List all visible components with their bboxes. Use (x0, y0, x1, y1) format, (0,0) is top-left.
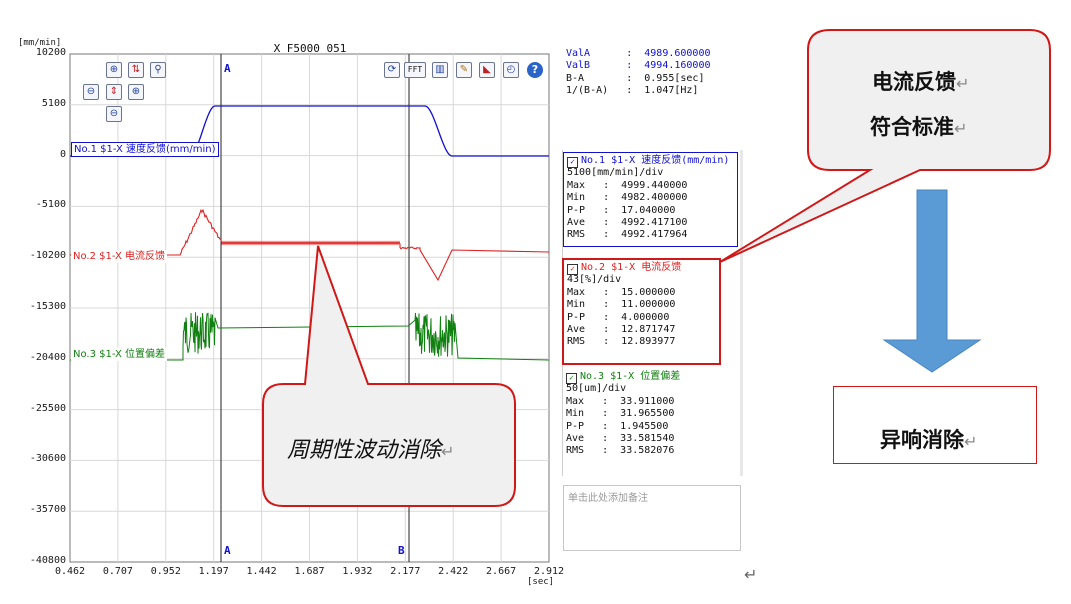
channel-2-max: Max : 15.000000 (567, 286, 676, 298)
channel-1-rms: RMS : 4992.417964 (567, 229, 688, 241)
channel-1-stats-title[interactable]: ✓ No.1 $1-X 速度反馈(mm/min) (567, 155, 734, 168)
channel-1-stats-title-text: No.1 $1-X 速度反馈(mm/min) (581, 155, 730, 166)
delta-time-readout: B-A : 0.955[sec] (566, 72, 705, 84)
frequency-readout: 1/(B-A) : 1.047[Hz] (566, 85, 699, 97)
zoom-out-x-icon[interactable]: ⊖ (83, 84, 99, 100)
channel-3-max: Max : 33.911000 (566, 395, 675, 407)
channel-3-stats: ✓ No.3 $1-X 位置偏差 50[um]/div Max : 33.9110… (563, 369, 738, 465)
cursor-b-bottom-label: B (398, 544, 405, 557)
channel-2-checkbox[interactable]: ✓ (567, 264, 578, 275)
channel-2-stats-title-text: No.2 $1-X 电流反馈 (581, 262, 682, 273)
channel-1-ave: Ave : 4992.417100 (567, 217, 688, 229)
channel-3-stats-title[interactable]: ✓ No.3 $1-X 位置偏差 (566, 371, 735, 384)
channel-1-checkbox[interactable]: ✓ (567, 157, 578, 168)
fft-icon[interactable]: FFT (404, 62, 426, 78)
periodic-callout-text: 周期性波动消除↵ (287, 438, 455, 463)
channel-2-rms: RMS : 12.893977 (567, 336, 676, 348)
cursor-lines-icon[interactable]: ⇅ (128, 62, 144, 78)
screen: [mm/min] 10200 5100 0 -5100 -10200 -15300 -204… (0, 0, 1071, 604)
channel-2-stats: ✓ No.2 $1-X 电流反馈 43[%]/div Max : 15.00000… (562, 258, 721, 365)
channel-2-ave: Ave : 12.871747 (567, 324, 676, 336)
current-callout-text-2: 符合标准↵ (870, 115, 968, 139)
channel-2-min: Min : 11.000000 (567, 299, 676, 311)
noise-callout-text: 异响消除↵ (880, 428, 978, 452)
current-callout-text-1: 电流反馈↵ (872, 70, 970, 94)
channel-1-pp: P-P : 17.040000 (567, 204, 676, 216)
histogram-icon[interactable]: ▥ (432, 62, 448, 78)
fft-label: FFT (407, 65, 423, 74)
chart-area-icon[interactable]: ◣ (479, 62, 495, 78)
cursor-a-bottom-label: A (224, 544, 231, 557)
channel-3-rms: RMS : 33.582076 (566, 445, 675, 457)
channel-2-label[interactable]: No.2 $1-X 电流反馈 (71, 250, 168, 263)
val-b-readout: ValB : 4994.160000 (566, 60, 711, 72)
fit-vertical-icon[interactable]: ⇕ (106, 84, 122, 100)
zoom-in-y-icon[interactable]: ⊕ (128, 84, 144, 100)
channel-3-stats-title-text: No.3 $1-X 位置偏差 (580, 371, 681, 382)
channel-3-min: Min : 31.965500 (566, 408, 675, 420)
channel-1-div: 5100[mm/min]/div (567, 167, 664, 179)
channel-3-div: 50[um]/div (566, 383, 627, 395)
gauge-icon[interactable]: ◴ (503, 62, 519, 78)
channel-3-pp: P-P : 1.945500 (566, 420, 669, 432)
channel-1-min: Min : 4982.400000 (567, 192, 688, 204)
memo-area[interactable]: 单击此处添加备注 (563, 485, 741, 551)
channel-3-ave: Ave : 33.581540 (566, 433, 675, 445)
zoom-search-icon[interactable]: ⚲ (150, 62, 166, 78)
return-mark-icon: ↵ (744, 565, 758, 584)
channel-1-stats: ✓ No.1 $1-X 速度反馈(mm/min) 5100[mm/min]/div… (563, 152, 738, 247)
cursor-readout: ValA : 4989.600000 ValB : 4994.160000 B-… (566, 48, 711, 98)
channel-2-div: 43[%]/div (567, 274, 622, 286)
help-icon[interactable]: ? (527, 62, 543, 78)
zoom-in-x-icon[interactable]: ⊕ (106, 62, 122, 78)
val-a-readout: ValA : 4989.600000 (566, 48, 711, 59)
stats-scrollbar[interactable] (740, 150, 743, 476)
channel-2-stats-title[interactable]: ✓ No.2 $1-X 电流反馈 (567, 262, 716, 275)
channel-2-pp: P-P : 4.000000 (567, 311, 670, 323)
memo-placeholder: 单击此处添加备注 (568, 493, 648, 504)
channel-1-max: Max : 4999.440000 (567, 179, 688, 191)
channel-1-label[interactable]: No.1 $1-X 速度反馈(mm/min) (71, 142, 219, 157)
channel-3-checkbox[interactable]: ✓ (566, 373, 577, 384)
pencil-icon[interactable]: ✎ (456, 62, 472, 78)
zoom-out-y-icon[interactable]: ⊖ (106, 106, 122, 122)
refresh-icon[interactable]: ⟳ (384, 62, 400, 78)
cursor-a-top-label: A (224, 62, 231, 75)
channel-3-label[interactable]: No.3 $1-X 位置偏差 (71, 348, 168, 361)
